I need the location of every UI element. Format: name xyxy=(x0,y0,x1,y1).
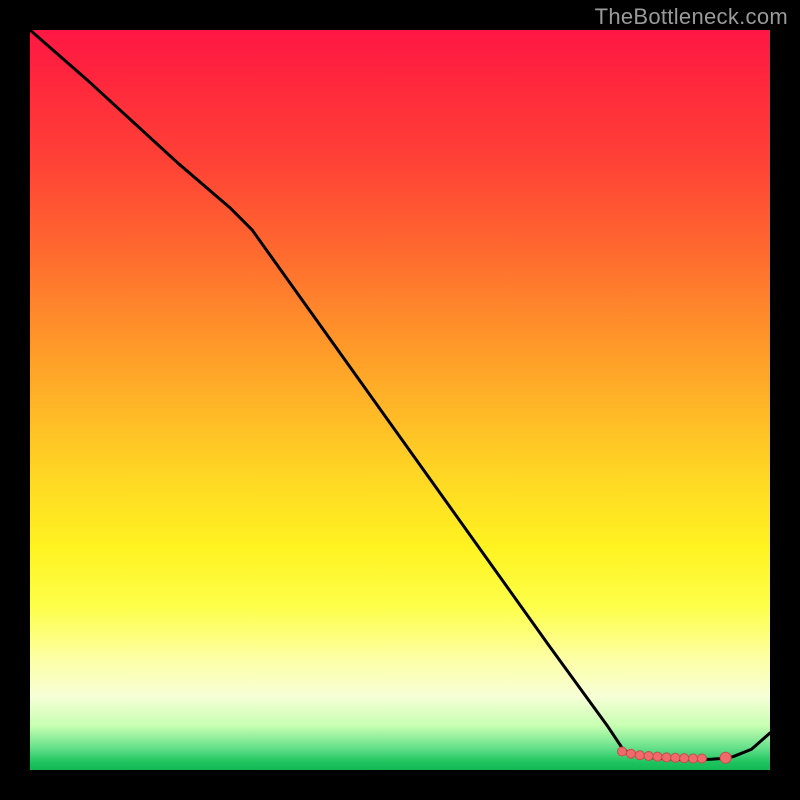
chart-svg xyxy=(30,30,770,770)
markers-group xyxy=(618,747,732,763)
marker-dot xyxy=(671,753,680,762)
marker-dot xyxy=(662,753,671,762)
bottleneck-curve xyxy=(30,30,770,760)
marker-dot xyxy=(653,752,662,761)
marker-dot xyxy=(626,749,635,758)
marker-dot xyxy=(689,754,698,763)
marker-dot xyxy=(618,747,627,756)
watermark-text: TheBottleneck.com xyxy=(595,4,788,30)
marker-dot xyxy=(644,751,653,760)
marker-dot xyxy=(720,752,731,763)
chart-stage: TheBottleneck.com xyxy=(0,0,800,800)
marker-dot xyxy=(635,751,644,760)
marker-dot xyxy=(680,754,689,763)
plot-area xyxy=(30,30,770,770)
marker-dot xyxy=(697,754,706,763)
